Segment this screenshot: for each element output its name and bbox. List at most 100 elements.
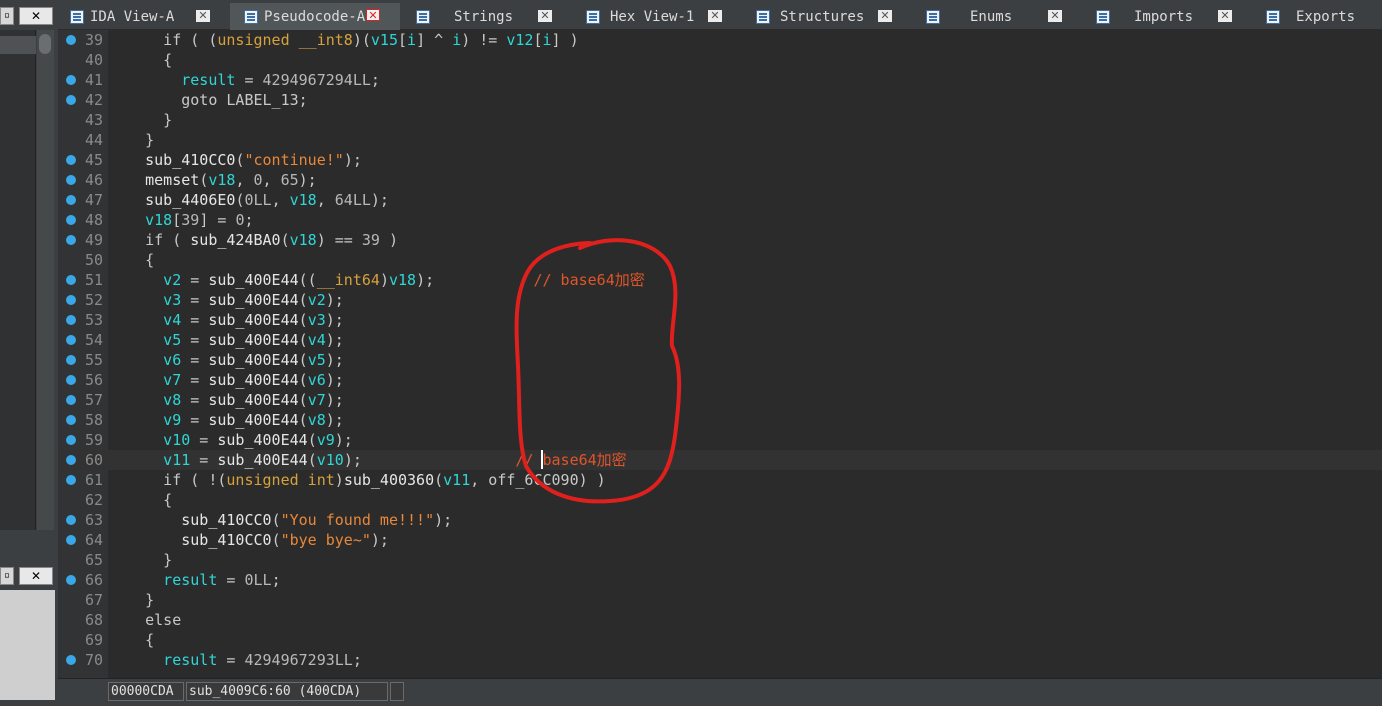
- code-line[interactable]: 50 {: [58, 250, 1382, 270]
- code-text[interactable]: v6 = sub_400E44(v5);: [109, 350, 344, 370]
- tab-imports[interactable]: Imports ✕: [1082, 3, 1252, 30]
- code-token: );: [325, 291, 344, 309]
- close-icon[interactable]: ✕: [708, 10, 722, 22]
- lower-pane-menu-button[interactable]: ▫: [0, 567, 14, 585]
- code-line[interactable]: 60 v11 = sub_400E44(v10); // base64加密: [58, 450, 1382, 470]
- code-text[interactable]: if ( (unsigned __int8)(v15[i] ^ i) != v1…: [109, 30, 578, 50]
- close-icon[interactable]: ✕: [538, 10, 552, 22]
- code-token: ;: [244, 211, 254, 229]
- left-pane-menu-button[interactable]: ▫: [0, 7, 14, 25]
- code-text[interactable]: {: [109, 50, 172, 70]
- code-line[interactable]: 51 v2 = sub_400E44((__int64)v18); // bas…: [58, 270, 1382, 290]
- code-text[interactable]: sub_4406E0(0LL, v18, 64LL);: [109, 190, 389, 210]
- code-text[interactable]: result = 4294967293LL;: [109, 650, 362, 670]
- line-number: 59: [84, 431, 103, 449]
- code-line[interactable]: 39 if ( (unsigned __int8)(v15[i] ^ i) !=…: [58, 30, 1382, 50]
- code-text[interactable]: v8 = sub_400E44(v7);: [109, 390, 344, 410]
- code-line[interactable]: 57 v8 = sub_400E44(v7);: [58, 390, 1382, 410]
- code-line[interactable]: 63 sub_410CC0("You found me!!!");: [58, 510, 1382, 530]
- code-text[interactable]: sub_410CC0("continue!");: [109, 150, 362, 170]
- tab-exports[interactable]: Exports: [1252, 3, 1382, 30]
- code-text[interactable]: memset(v18, 0, 65);: [109, 170, 317, 190]
- lower-pane-close-button[interactable]: ✕: [19, 567, 53, 585]
- code-token: unsigned int: [226, 471, 335, 489]
- code-line[interactable]: 47 sub_4406E0(0LL, v18, 64LL);: [58, 190, 1382, 210]
- code-line[interactable]: 49 if ( sub_424BA0(v18) == 39 ): [58, 230, 1382, 250]
- tab-pseudocode-a[interactable]: Pseudocode-A ✕: [230, 3, 400, 30]
- close-icon[interactable]: ✕: [1218, 10, 1232, 22]
- code-line[interactable]: 62 {: [58, 490, 1382, 510]
- code-text[interactable]: }: [109, 550, 172, 570]
- code-text[interactable]: sub_410CC0("You found me!!!");: [109, 510, 452, 530]
- code-token: 4294967294LL: [262, 71, 371, 89]
- code-line[interactable]: 64 sub_410CC0("bye bye~");: [58, 530, 1382, 550]
- code-line[interactable]: 56 v7 = sub_400E44(v6);: [58, 370, 1382, 390]
- code-token: sub_400E44: [208, 351, 299, 369]
- close-icon[interactable]: ✕: [1048, 10, 1062, 22]
- code-line[interactable]: 59 v10 = sub_400E44(v9);: [58, 430, 1382, 450]
- code-line[interactable]: 65 }: [58, 550, 1382, 570]
- line-number: 61: [84, 471, 103, 489]
- code-text[interactable]: goto LABEL_13;: [109, 90, 307, 110]
- code-token: }: [109, 131, 155, 149]
- code-token: =: [181, 291, 209, 309]
- tab-ida-view-a[interactable]: IDA View-A ✕: [58, 3, 228, 30]
- code-text[interactable]: else: [109, 610, 181, 630]
- code-text[interactable]: v10 = sub_400E44(v9);: [109, 430, 353, 450]
- code-line[interactable]: 43 }: [58, 110, 1382, 130]
- functions-pane-scrollbar[interactable]: [37, 30, 54, 530]
- functions-pane-selected-row[interactable]: [0, 36, 36, 54]
- tab-enums[interactable]: Enums ✕: [912, 3, 1082, 30]
- code-line[interactable]: 66 result = 0LL;: [58, 570, 1382, 590]
- functions-pane[interactable]: [0, 30, 36, 530]
- code-line[interactable]: 45 sub_410CC0("continue!");: [58, 150, 1382, 170]
- tab-strings[interactable]: Strings ✕: [402, 3, 572, 30]
- code-text[interactable]: v3 = sub_400E44(v2);: [109, 290, 344, 310]
- code-text[interactable]: {: [109, 490, 172, 510]
- code-text[interactable]: if ( sub_424BA0(v18) == 39 ): [109, 230, 398, 250]
- code-text[interactable]: v9 = sub_400E44(v8);: [109, 410, 344, 430]
- code-line[interactable]: 41 result = 4294967294LL;: [58, 70, 1382, 90]
- code-line[interactable]: 44 }: [58, 130, 1382, 150]
- code-line[interactable]: 53 v4 = sub_400E44(v3);: [58, 310, 1382, 330]
- code-text[interactable]: sub_410CC0("bye bye~");: [109, 530, 389, 550]
- code-text[interactable]: v7 = sub_400E44(v6);: [109, 370, 344, 390]
- code-text[interactable]: v5 = sub_400E44(v4);: [109, 330, 344, 350]
- code-text[interactable]: }: [109, 590, 154, 610]
- code-line[interactable]: 54 v5 = sub_400E44(v4);: [58, 330, 1382, 350]
- close-icon[interactable]: ✕: [196, 10, 210, 22]
- code-line[interactable]: 61 if ( !(unsigned int)sub_400360(v11, o…: [58, 470, 1382, 490]
- code-line[interactable]: 42 goto LABEL_13;: [58, 90, 1382, 110]
- code-text[interactable]: result = 4294967294LL;: [109, 70, 380, 90]
- code-text[interactable]: v4 = sub_400E44(v3);: [109, 310, 344, 330]
- lower-pane[interactable]: [0, 590, 55, 700]
- code-line[interactable]: 70 result = 4294967293LL;: [58, 650, 1382, 670]
- code-line[interactable]: 58 v9 = sub_400E44(v8);: [58, 410, 1382, 430]
- code-line[interactable]: 48 v18[39] = 0;: [58, 210, 1382, 230]
- code-line[interactable]: 40 {: [58, 50, 1382, 70]
- code-text[interactable]: {: [109, 250, 154, 270]
- line-number: 41: [84, 71, 103, 89]
- code-line[interactable]: 68 else: [58, 610, 1382, 630]
- close-icon[interactable]: ✕: [366, 9, 380, 22]
- code-text[interactable]: }: [109, 130, 154, 150]
- code-token: i: [452, 31, 462, 49]
- code-text[interactable]: }: [109, 110, 172, 130]
- code-token: [: [533, 31, 543, 49]
- code-line[interactable]: 46 memset(v18, 0, 65);: [58, 170, 1382, 190]
- code-text[interactable]: {: [109, 630, 154, 650]
- tab-structures[interactable]: Structures ✕: [742, 3, 912, 30]
- code-token: }: [109, 591, 155, 609]
- pseudocode-view[interactable]: 39 if ( (unsigned __int8)(v15[i] ^ i) !=…: [58, 30, 1382, 678]
- code-text[interactable]: v18[39] = 0;: [109, 210, 254, 230]
- code-text[interactable]: result = 0LL;: [109, 570, 280, 590]
- code-line[interactable]: 55 v6 = sub_400E44(v5);: [58, 350, 1382, 370]
- functions-pane-scroll-thumb[interactable]: [39, 34, 51, 54]
- code-line[interactable]: 52 v3 = sub_400E44(v2);: [58, 290, 1382, 310]
- tab-hex-view-1[interactable]: Hex View-1 ✕: [572, 3, 742, 30]
- code-token: );: [325, 371, 344, 389]
- left-pane-close-button[interactable]: ✕: [19, 7, 53, 25]
- close-icon[interactable]: ✕: [878, 10, 892, 22]
- code-line[interactable]: 67 }: [58, 590, 1382, 610]
- code-line[interactable]: 69 {: [58, 630, 1382, 650]
